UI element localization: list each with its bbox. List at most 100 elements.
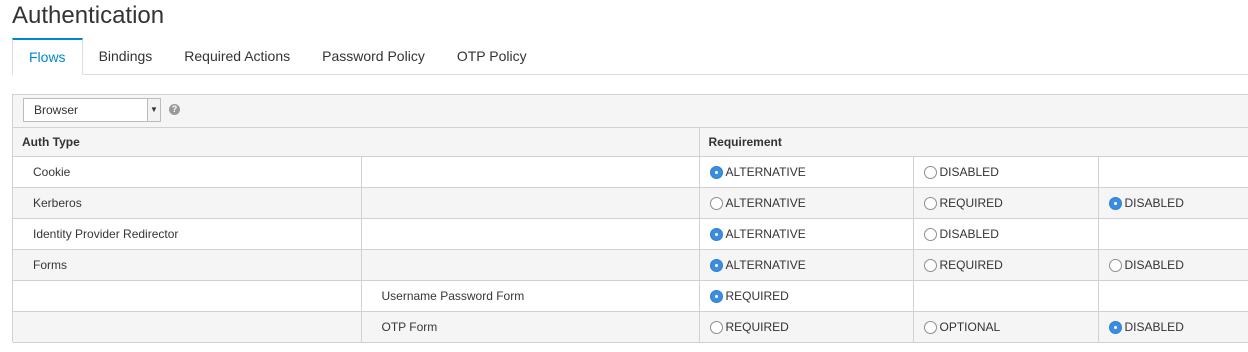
radio-unchecked-icon[interactable]	[923, 258, 937, 272]
sub-execution-cell	[361, 187, 700, 219]
requirement-cell: REQUIRED	[699, 280, 914, 312]
tab-required-actions[interactable]: Required Actions	[168, 38, 306, 74]
requirement-label: DISABLED	[1124, 320, 1184, 334]
requirement-label: DISABLED	[939, 227, 999, 241]
auth-type-cell: Forms	[13, 249, 362, 281]
requirement-cell: DISABLED	[1098, 311, 1248, 343]
requirement-cell: REQUIRED	[913, 249, 1099, 281]
sub-execution-name	[362, 258, 382, 272]
radio-checked-icon[interactable]	[709, 289, 723, 303]
requirement-cell: DISABLED	[913, 218, 1099, 250]
requirement-option-disabled[interactable]: DISABLED	[1099, 196, 1248, 210]
requirement-label: OPTIONAL	[939, 320, 1001, 334]
radio-unchecked-icon[interactable]	[923, 165, 937, 179]
tab-password-policy[interactable]: Password Policy	[306, 38, 441, 74]
auth-type-name: Identity Provider Redirector	[33, 227, 179, 241]
requirement-label: ALTERNATIVE	[725, 165, 806, 179]
auth-flow-table: Auth Type Requirement Cookie ALTERNATIVE D…	[13, 128, 1248, 343]
requirement-option-required[interactable]: REQUIRED	[914, 196, 1098, 210]
table-row: Username Password Form REQUIRED	[13, 280, 1248, 312]
requirement-label: REQUIRED	[939, 258, 1003, 272]
requirement-cell	[1098, 280, 1248, 312]
requirement-label: DISABLED	[1124, 258, 1184, 272]
requirement-option-required[interactable]: REQUIRED	[700, 320, 913, 334]
radio-unchecked-icon[interactable]	[709, 196, 723, 210]
radio-checked-icon[interactable]	[709, 227, 723, 241]
auth-table-body: Cookie ALTERNATIVE DISABLED Kerberos ALTERNA…	[13, 156, 1248, 343]
requirement-header: Requirement	[699, 128, 1248, 157]
requirement-option-disabled[interactable]: DISABLED	[1099, 258, 1248, 272]
requirement-cell: DISABLED	[1098, 249, 1248, 281]
flow-select-value: Browser	[34, 103, 79, 117]
sub-execution-name: OTP Form	[381, 320, 438, 334]
radio-unchecked-icon[interactable]	[709, 320, 723, 334]
table-row: Cookie ALTERNATIVE DISABLED	[13, 156, 1248, 188]
flows-toolbar: Browser ▼ ?	[13, 95, 1248, 128]
requirement-label: ALTERNATIVE	[725, 196, 806, 210]
chevron-down-icon[interactable]: ▼	[147, 99, 160, 121]
table-row: OTP Form REQUIRED OPTIONAL DISABLED	[13, 311, 1248, 343]
auth-type-name: Kerberos	[33, 196, 82, 210]
requirement-label: REQUIRED	[725, 320, 789, 334]
requirement-label: REQUIRED	[725, 289, 789, 303]
table-row: Forms ALTERNATIVE REQUIRED DISABLED	[13, 249, 1248, 281]
sub-execution-cell	[361, 218, 700, 250]
requirement-option-disabled[interactable]: DISABLED	[914, 227, 1098, 241]
radio-unchecked-icon[interactable]	[923, 227, 937, 241]
help-icon[interactable]: ?	[169, 104, 180, 115]
requirement-cell: ALTERNATIVE	[699, 249, 914, 281]
requirement-option-disabled[interactable]: DISABLED	[914, 165, 1098, 179]
tab-flows[interactable]: Flows	[12, 38, 83, 75]
radio-unchecked-icon[interactable]	[923, 320, 937, 334]
sub-execution-cell: OTP Form	[361, 311, 700, 343]
requirement-option-required[interactable]: REQUIRED	[914, 258, 1098, 272]
tab-otp-policy[interactable]: OTP Policy	[441, 38, 543, 74]
requirement-cell: ALTERNATIVE	[699, 187, 914, 219]
requirement-option-disabled[interactable]: DISABLED	[1099, 320, 1248, 334]
requirement-cell: REQUIRED	[699, 311, 914, 343]
requirement-cell	[1098, 156, 1248, 188]
requirement-label: DISABLED	[1124, 196, 1184, 210]
requirement-option-alternative[interactable]: ALTERNATIVE	[700, 227, 913, 241]
requirement-option-optional[interactable]: OPTIONAL	[914, 320, 1098, 334]
requirement-label: REQUIRED	[939, 196, 1003, 210]
requirement-cell: OPTIONAL	[913, 311, 1099, 343]
sub-execution-cell: Username Password Form	[361, 280, 700, 312]
radio-unchecked-icon[interactable]	[1108, 258, 1122, 272]
radio-checked-icon[interactable]	[709, 258, 723, 272]
auth-type-cell	[13, 311, 362, 343]
radio-checked-icon[interactable]	[1108, 196, 1122, 210]
requirement-cell: DISABLED	[913, 156, 1099, 188]
requirement-cell	[913, 280, 1099, 312]
flow-select[interactable]: Browser ▼	[23, 98, 161, 122]
requirement-cell	[1098, 218, 1248, 250]
requirement-cell: ALTERNATIVE	[699, 218, 914, 250]
tab-bindings[interactable]: Bindings	[83, 38, 169, 74]
radio-checked-icon[interactable]	[1108, 320, 1122, 334]
auth-type-name: Cookie	[33, 165, 71, 179]
requirement-cell: ALTERNATIVE	[699, 156, 914, 188]
auth-type-cell	[13, 280, 362, 312]
requirement-label: DISABLED	[939, 165, 999, 179]
auth-type-header: Auth Type	[13, 128, 700, 157]
requirement-option-alternative[interactable]: ALTERNATIVE	[700, 196, 913, 210]
auth-type-cell: Kerberos	[13, 187, 362, 219]
requirement-option-required[interactable]: REQUIRED	[700, 289, 913, 303]
table-row: Identity Provider Redirector ALTERNATIVE D…	[13, 218, 1248, 250]
requirement-option-alternative[interactable]: ALTERNATIVE	[700, 165, 913, 179]
radio-checked-icon[interactable]	[709, 165, 723, 179]
requirement-label: ALTERNATIVE	[725, 258, 806, 272]
radio-unchecked-icon[interactable]	[923, 196, 937, 210]
sub-execution-cell	[361, 156, 700, 188]
requirement-option-alternative[interactable]: ALTERNATIVE	[700, 258, 913, 272]
sub-execution-cell	[361, 249, 700, 281]
requirement-cell: REQUIRED	[913, 187, 1099, 219]
sub-execution-name: Username Password Form	[381, 289, 525, 303]
auth-type-cell: Identity Provider Redirector	[13, 218, 362, 250]
flows-panel: Browser ▼ ? Auth Type Requirement Cookie…	[12, 94, 1248, 343]
tab-bar: Flows Bindings Required Actions Password…	[12, 38, 1248, 75]
auth-type-name	[13, 289, 33, 303]
requirement-cell: DISABLED	[1098, 187, 1248, 219]
requirement-label: ALTERNATIVE	[725, 227, 806, 241]
table-row: Kerberos ALTERNATIVE REQUIRED DISABLED	[13, 187, 1248, 219]
